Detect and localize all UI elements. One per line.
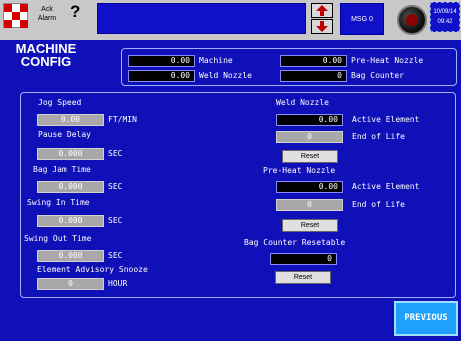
swing-in-unit: SEC [108,216,123,225]
preheat-nozzle-label: Pre-Heat Nozzle [351,56,424,65]
machine-value: 0.00 [128,55,195,67]
weld-end-of-life-label: End of Life [352,132,405,141]
preheat-nozzle-title: Pre-Heat Nozzle [263,166,336,175]
bag-counter-reset-button[interactable]: Reset [275,271,331,284]
weld-nozzle-label: Weld Nozzle [199,71,252,80]
alarm-scroll-arrows [311,3,333,35]
swing-out-input[interactable]: 0.000 [37,250,104,262]
time: 09:42 [437,19,453,25]
preheat-end-of-life-label: End of Life [352,200,405,209]
help-button[interactable]: ? [70,2,80,22]
weld-nozzle-title: Weld Nozzle [276,98,329,107]
alarm-message-display [97,3,306,34]
pause-delay-input[interactable]: 0.000 [37,148,104,160]
bag-counter-label: Bag Counter [351,71,404,80]
jog-speed-label: Jog Speed [38,98,82,107]
weld-active-element-value: 0.00 [276,114,343,126]
pause-delay-label: Pause Delay [38,130,91,139]
bag-jam-label: Bag Jam Time [33,165,91,174]
alarm-label: Alarm [37,15,57,22]
page-title-line2: CONFIG [20,54,72,69]
scroll-down-button[interactable] [311,19,333,34]
message-count[interactable]: MSG 0 [340,3,384,35]
preheat-reset-button[interactable]: Reset [282,219,338,232]
weld-reset-button[interactable]: Reset [282,150,338,163]
clock: 10/09/14 09:42 [430,2,460,32]
bag-counter-resetable-value: 0 [270,253,337,265]
previous-button[interactable]: PREVIOUS [394,301,458,336]
bag-counter-resetable-title: Bag Counter Resetable [244,238,346,247]
weld-active-element-label: Active Element [352,115,420,124]
bag-jam-input[interactable]: 0.000 [37,181,104,193]
emergency-stop-icon[interactable] [397,5,427,35]
arrow-down-icon [316,21,328,32]
preheat-active-element-label: Active Element [352,182,420,191]
ack-alarm-button[interactable]: Ack Alarm [30,5,64,23]
machine-label: Machine [199,56,233,65]
snooze-label: Element Advisory Snooze [37,265,148,274]
ack-label: Ack [41,6,53,13]
top-bar: Ack Alarm ? MSG 0 10/09/14 09:42 [0,0,461,40]
jog-speed-input[interactable]: 0.00 [37,114,104,126]
jog-speed-unit: FT/MIN [108,115,137,124]
weld-end-of-life-input[interactable]: 0 [276,131,343,143]
swing-in-input[interactable]: 0.000 [37,215,104,227]
swing-in-label: Swing In Time [27,198,90,207]
preheat-active-element-value: 0.00 [276,181,343,193]
preheat-end-of-life-input[interactable]: 0 [276,199,343,211]
scroll-up-button[interactable] [311,3,333,18]
page-title: MACHINE CONFIG [6,42,86,68]
snooze-unit: HOUR [108,279,128,288]
pause-delay-unit: SEC [108,149,123,158]
swing-out-unit: SEC [108,251,123,260]
logo-icon [3,3,28,28]
snooze-input[interactable]: 0 [37,278,104,290]
swing-out-label: Swing Out Time [24,234,92,243]
bag-jam-unit: SEC [108,182,123,191]
preheat-nozzle-value: 0.00 [280,55,347,67]
weld-nozzle-value: 0.00 [128,70,195,82]
bag-counter-value: 0 [280,70,347,82]
arrow-up-icon [316,5,328,16]
date: 10/09/14 [433,9,457,15]
